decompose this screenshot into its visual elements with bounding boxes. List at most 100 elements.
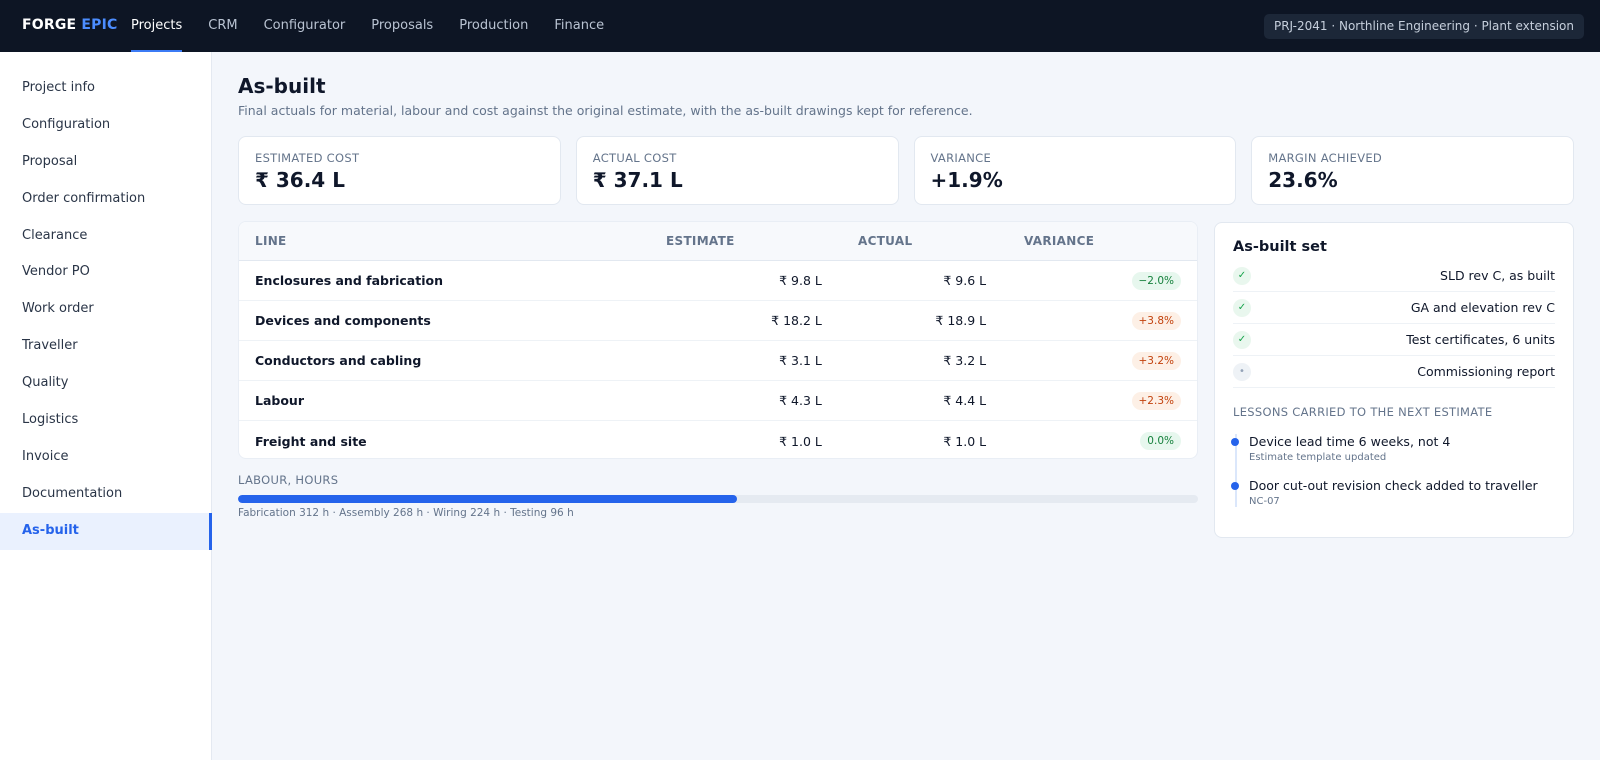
lesson-item: Door cut-out revision check added to tra… xyxy=(1231,478,1555,507)
topnav-projects[interactable]: Projects xyxy=(131,0,183,52)
cell-estimate: ₹ 4.3 L xyxy=(779,393,822,408)
page-subtitle: Final actuals for material, labour and c… xyxy=(238,103,973,118)
kpi-value: ₹ 37.1 L xyxy=(592,168,683,192)
sidebar: Project info Configuration Proposal Orde… xyxy=(0,52,212,760)
topnav-crm[interactable]: CRM xyxy=(208,0,237,52)
brand-logo[interactable]: FORGE EPIC xyxy=(22,17,118,33)
variance-badge: +2.3% xyxy=(1131,391,1181,410)
sidebar-item-order-confirmation[interactable]: Order confirmation xyxy=(0,181,211,218)
sidebar-item-invoice[interactable]: Invoice xyxy=(0,439,211,476)
sidebar-item-documentation[interactable]: Documentation xyxy=(0,476,211,513)
labour-hours-bar xyxy=(238,495,1198,503)
sidebar-item-quality[interactable]: Quality xyxy=(0,365,211,402)
checklist-item-label: Test certificates, 6 units xyxy=(1406,332,1555,347)
lessons-label: Lessons carried to the next estimate xyxy=(1233,405,1493,419)
kpi-label: Actual cost xyxy=(592,151,677,165)
lesson-item: Device lead time 6 weeks, not 4 Estimate… xyxy=(1231,434,1555,463)
kpi-margin-achieved: Margin achieved 23.6% xyxy=(1251,136,1574,205)
top-bar: FORGE EPIC Projects CRM Configurator Pro… xyxy=(0,0,1600,52)
cell-actual: ₹ 1.0 L xyxy=(943,433,987,449)
cost-comparison-table: Line Estimate Actual Variance Enclosures… xyxy=(238,221,1198,459)
topnav-production[interactable]: Production xyxy=(459,0,528,52)
brand-name: FORGE xyxy=(22,17,77,33)
labour-hours-label: Labour, hours xyxy=(238,473,339,487)
cell-estimate: ₹ 3.1 L xyxy=(779,353,822,368)
cell-variance: +3.8% xyxy=(986,311,1181,330)
checklist-item[interactable]: ✓ SLD rev C, as built xyxy=(1233,260,1555,292)
sidebar-item-proposal[interactable]: Proposal xyxy=(0,144,211,181)
table-row[interactable]: Enclosures and fabrication ₹ 9.8 L ₹ 9.6… xyxy=(239,261,1197,301)
variance-badge: +3.8% xyxy=(1131,311,1181,330)
checklist-item-label: GA and elevation rev C xyxy=(1410,300,1555,315)
top-nav: Projects CRM Configurator Proposals Prod… xyxy=(131,0,630,52)
sidebar-item-vendor-po[interactable]: Vendor PO xyxy=(0,254,211,291)
sidebar-item-as-built[interactable]: As-built xyxy=(0,512,212,550)
kpi-actual-cost: Actual cost ₹ 37.1 L xyxy=(575,136,899,205)
cell-variance: −2.0% xyxy=(986,271,1181,290)
timeline-dot-icon xyxy=(1231,438,1239,446)
cell-estimate: ₹ 18.2 L xyxy=(771,313,822,328)
check-icon: ✓ xyxy=(1233,266,1251,285)
cell-estimate: ₹ 1.0 L xyxy=(779,433,822,449)
topnav-finance[interactable]: Finance xyxy=(554,0,604,52)
panel-title: As-built set xyxy=(1233,239,1327,255)
cell-line: Enclosures and fabrication xyxy=(255,273,443,288)
lessons-timeline: Device lead time 6 weeks, not 4 Estimate… xyxy=(1231,434,1555,507)
cell-line: Labour xyxy=(255,393,304,408)
timeline-dot-icon xyxy=(1231,482,1239,490)
cell-line: Freight and site xyxy=(255,433,367,449)
sidebar-item-configuration[interactable]: Configuration xyxy=(0,107,211,144)
cell-variance: +2.3% xyxy=(986,391,1181,410)
variance-badge: +3.2% xyxy=(1131,351,1181,370)
brand-accent: EPIC xyxy=(81,17,118,33)
cell-actual: ₹ 9.6 L xyxy=(943,273,987,288)
lesson-note: NC-07 xyxy=(1249,496,1280,507)
project-context-pill[interactable]: PRJ-2041 · Northline Engineering · Plant… xyxy=(1263,14,1584,39)
page-title: As-built xyxy=(238,74,326,98)
topnav-proposals[interactable]: Proposals xyxy=(371,0,433,52)
sidebar-item-project-info[interactable]: Project info xyxy=(0,70,211,107)
labour-hours-breakdown: Fabrication 312 h · Assembly 268 h · Wir… xyxy=(238,507,574,519)
kpi-label: Estimated cost xyxy=(255,151,360,165)
check-icon: ✓ xyxy=(1233,330,1251,349)
cell-line: Devices and components xyxy=(255,313,431,328)
checklist-item-label: Commissioning report xyxy=(1417,364,1555,379)
variance-badge: −2.0% xyxy=(1131,271,1181,290)
table-row[interactable]: Devices and components ₹ 18.2 L ₹ 18.9 L… xyxy=(239,301,1197,341)
cell-estimate: ₹ 9.8 L xyxy=(779,273,822,288)
cell-actual: ₹ 4.4 L xyxy=(943,393,987,408)
column-header-line[interactable]: Line xyxy=(255,234,650,248)
column-header-variance[interactable]: Variance xyxy=(1000,234,1180,248)
checklist-item[interactable]: ✓ Test certificates, 6 units xyxy=(1233,324,1555,356)
lesson-note: Estimate template updated xyxy=(1249,452,1387,463)
column-header-estimate[interactable]: Estimate xyxy=(650,234,825,248)
as-built-set-panel: As-built set ✓ SLD rev C, as built ✓ GA … xyxy=(1214,222,1574,538)
lesson-title: Door cut-out revision check added to tra… xyxy=(1249,478,1538,493)
table-row[interactable]: Freight and site ₹ 1.0 L ₹ 1.0 L 0.0% xyxy=(239,421,1197,458)
cell-variance: +3.2% xyxy=(986,351,1181,370)
variance-badge: 0.0% xyxy=(1140,432,1181,450)
sidebar-item-logistics[interactable]: Logistics xyxy=(0,402,211,439)
table-row[interactable]: Labour ₹ 4.3 L ₹ 4.4 L +2.3% xyxy=(239,381,1197,421)
kpi-variance: Variance +1.9% xyxy=(913,136,1237,205)
table-header: Line Estimate Actual Variance xyxy=(239,222,1197,261)
sidebar-item-work-order[interactable]: Work order xyxy=(0,291,211,328)
cell-line: Conductors and cabling xyxy=(255,353,422,368)
kpi-value: +1.9% xyxy=(930,168,1003,192)
kpi-value: ₹ 36.4 L xyxy=(255,168,345,192)
lesson-title: Device lead time 6 weeks, not 4 xyxy=(1249,434,1451,449)
kpi-label: Variance xyxy=(930,151,992,165)
checklist-item-label: SLD rev C, as built xyxy=(1440,268,1555,283)
check-icon: ✓ xyxy=(1233,298,1251,317)
topnav-configurator[interactable]: Configurator xyxy=(264,0,346,52)
checklist-item[interactable]: ✓ GA and elevation rev C xyxy=(1233,292,1555,324)
column-header-actual[interactable]: Actual xyxy=(825,234,1000,248)
checklist-item[interactable]: • Commissioning report xyxy=(1233,356,1555,388)
cell-variance: 0.0% xyxy=(986,432,1181,450)
sidebar-item-clearance[interactable]: Clearance xyxy=(0,218,211,255)
cell-actual: ₹ 3.2 L xyxy=(943,353,987,368)
kpi-value: 23.6% xyxy=(1268,168,1338,192)
kpi-label: Margin achieved xyxy=(1268,151,1383,165)
sidebar-item-traveller[interactable]: Traveller xyxy=(0,328,211,365)
table-row[interactable]: Conductors and cabling ₹ 3.1 L ₹ 3.2 L +… xyxy=(239,341,1197,381)
